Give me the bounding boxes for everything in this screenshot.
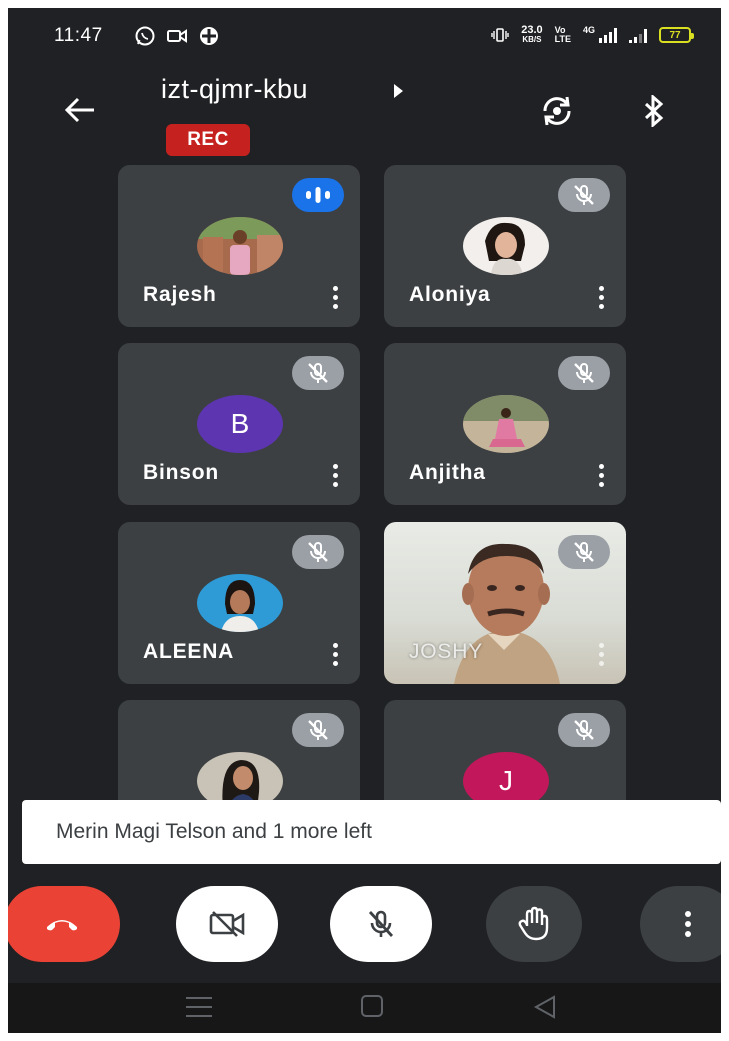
network-speed-unit: KB/S	[522, 35, 542, 44]
more-vert-icon[interactable]	[594, 281, 608, 313]
network-speed-value: 23.0	[521, 24, 543, 36]
participant-tile[interactable]: Rajesh	[118, 165, 360, 327]
raise-hand-button[interactable]	[486, 886, 582, 962]
bluetooth-icon	[644, 95, 664, 127]
mic-off-badge	[558, 178, 610, 212]
mic-off-icon	[308, 363, 328, 383]
participant-tile[interactable]: ALEENA	[118, 522, 360, 684]
meet-screen: 11:47 23.0 KB/S Vo LTE 4G 77 izt-qjmr-kb…	[8, 8, 721, 1033]
participant-video-tile[interactable]: JOSHY	[384, 522, 626, 684]
more-vert-icon[interactable]	[328, 459, 342, 491]
volte-indicator: Vo LTE	[555, 26, 571, 44]
avatar-initial: B	[197, 395, 283, 453]
participant-tile[interactable]: B Binson	[118, 343, 360, 505]
back-button[interactable]	[58, 88, 102, 132]
more-vert-icon	[685, 911, 691, 937]
arrow-left-icon	[64, 97, 94, 123]
status-notification-icons	[134, 25, 220, 47]
caret-right-icon[interactable]	[391, 82, 405, 100]
toast-message: Merin Magi Telson and 1 more left	[56, 820, 372, 843]
participant-left-toast: Merin Magi Telson and 1 more left	[22, 800, 721, 864]
status-bar: 11:47 23.0 KB/S Vo LTE 4G 77	[8, 8, 721, 66]
mic-off-badge	[292, 356, 344, 390]
more-vert-icon[interactable]	[594, 459, 608, 491]
status-time: 11:47	[54, 25, 103, 46]
avatar	[463, 395, 549, 453]
participant-tile[interactable]: Aloniya	[384, 165, 626, 327]
mic-off-icon	[574, 542, 594, 562]
end-call-button[interactable]	[8, 886, 120, 962]
microphone-toggle-button[interactable]	[330, 886, 432, 962]
participant-tile[interactable]: Anjitha	[384, 343, 626, 505]
battery-icon: 77	[659, 27, 694, 43]
home-icon[interactable]	[361, 995, 383, 1017]
participant-name: Binson	[143, 461, 219, 484]
mic-off-badge	[292, 535, 344, 569]
switch-camera-button[interactable]	[534, 88, 580, 134]
avatar	[197, 574, 283, 632]
signal-icon	[599, 27, 617, 43]
mic-off-icon	[574, 720, 594, 740]
mic-off-icon	[368, 910, 394, 937]
camera-off-icon	[209, 911, 245, 937]
hand-icon	[518, 906, 549, 941]
mic-off-icon	[308, 720, 328, 740]
more-vert-icon[interactable]	[594, 638, 608, 670]
back-triangle-icon[interactable]	[532, 994, 558, 1020]
status-system-icons: 23.0 KB/S Vo LTE 4G 77	[491, 25, 694, 45]
camera-toggle-button[interactable]	[176, 886, 278, 962]
mic-off-badge	[558, 535, 610, 569]
speaking-indicator	[292, 178, 344, 212]
participant-name: Rajesh	[143, 283, 217, 306]
network-speed: 23.0 KB/S	[521, 25, 542, 45]
phone-hangup-icon	[47, 920, 77, 931]
avatar	[463, 217, 549, 275]
mic-off-badge	[292, 713, 344, 747]
whatsapp-icon	[135, 26, 155, 46]
mic-off-icon	[574, 185, 594, 205]
system-nav-bar	[8, 983, 721, 1033]
participant-name: Aloniya	[409, 283, 491, 306]
more-options-button[interactable]	[640, 886, 721, 962]
audio-wave-icon	[306, 187, 330, 203]
mic-off-icon	[574, 363, 594, 383]
meeting-code[interactable]: izt-qjmr-kbu	[161, 74, 308, 105]
more-vert-icon[interactable]	[328, 281, 342, 313]
recording-badge: REC	[166, 124, 250, 156]
participant-name: Anjitha	[409, 461, 486, 484]
participant-name: JOSHY	[409, 640, 484, 663]
mic-off-badge	[558, 713, 610, 747]
bluetooth-button[interactable]	[634, 88, 674, 134]
network-type: 4G	[582, 25, 595, 35]
participant-name: ALEENA	[143, 640, 235, 663]
battery-level: 77	[669, 29, 681, 41]
mic-off-badge	[558, 356, 610, 390]
recents-menu-icon[interactable]	[186, 997, 212, 1017]
signal-icon-2	[629, 27, 647, 43]
video-camera-icon	[167, 29, 187, 43]
more-vert-icon[interactable]	[328, 638, 342, 670]
avatar	[197, 217, 283, 275]
game-icon	[200, 27, 218, 45]
volte-bottom: LTE	[554, 34, 571, 44]
vibrate-icon	[491, 28, 509, 42]
camera-switch-icon	[543, 96, 571, 126]
mic-off-icon	[308, 542, 328, 562]
